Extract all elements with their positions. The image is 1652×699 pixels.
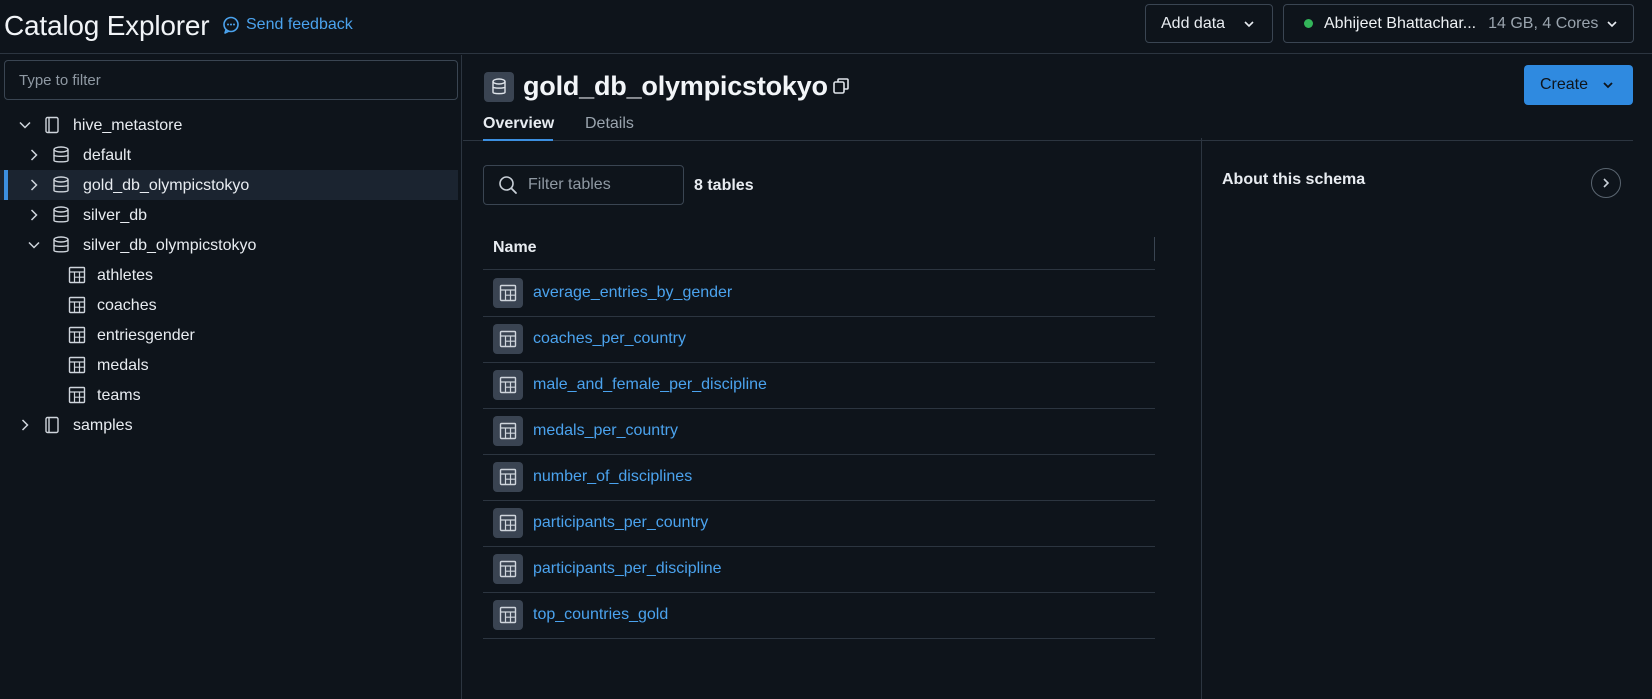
table-icon [493,370,523,400]
table-row: medals_per_country [483,409,1155,455]
tree-item-coaches[interactable]: coaches [0,290,458,320]
table-row: average_entries_by_gender [483,271,1155,317]
table-icon [493,508,523,538]
chevron-right-icon[interactable] [27,148,41,162]
table-icon [493,600,523,630]
table-icon [68,385,86,405]
catalog-icon [43,115,61,135]
tree-item-label: teams [97,387,141,404]
tree-item-medals[interactable]: medals [0,350,458,380]
about-schema-title: About this schema [1222,171,1366,188]
table-link[interactable]: participants_per_discipline [533,560,722,578]
tree-item-samples[interactable]: samples [0,410,458,440]
database-icon [484,72,514,102]
tree-item-hive-metastore[interactable]: hive_metastore [0,110,458,140]
create-button[interactable]: Create [1524,65,1633,105]
table-row: male_and_female_per_discipline [483,363,1155,409]
table-icon [68,355,86,375]
tree-item-silver-db-olympicstokyo[interactable]: silver_db_olympicstokyo [0,230,458,260]
send-feedback-link[interactable]: Send feedback [222,16,353,34]
tree-item-label: athletes [97,267,154,284]
tree-item-gold-db-olympicstokyo[interactable]: gold_db_olympicstokyo [0,170,458,200]
tree-item-label: hive_metastore [73,117,183,134]
sidebar-filter-input[interactable] [4,60,458,100]
tab-overview[interactable]: Overview [483,115,554,141]
schema-main-panel: gold_db_olympicstokyo Create Overview De… [463,55,1652,699]
filter-tables-input[interactable] [528,176,678,194]
cluster-size: 14 GB, 4 Cores [1488,14,1599,32]
database-icon [52,145,70,165]
column-resize-handle[interactable] [1154,237,1155,261]
tree-item-athletes[interactable]: athletes [0,260,458,290]
table-row: participants_per_country [483,501,1155,547]
table-link[interactable]: coaches_per_country [533,330,686,348]
table-icon [493,416,523,446]
tree-item-label: silver_db [83,207,148,224]
schema-title: gold_db_olympicstokyo [523,71,828,101]
about-schema-panel: About this schema [1201,138,1652,699]
add-data-button[interactable]: Add data [1145,4,1273,43]
table-icon [68,325,86,345]
tree-item-label: entriesgender [97,327,195,344]
compute-cluster-selector[interactable]: Abhijeet Bhattachar... 14 GB, 4 Cores [1283,4,1634,43]
table-link[interactable]: number_of_disciplines [533,468,692,486]
tree-item-label: gold_db_olympicstokyo [83,177,250,194]
table-row: coaches_per_country [483,317,1155,363]
table-icon [493,324,523,354]
table-link[interactable]: participants_per_country [533,514,708,532]
tree-item-label: default [83,147,132,164]
database-icon [52,235,70,255]
column-header-name[interactable]: Name [493,239,537,257]
table-icon [493,278,523,308]
page-title: Catalog Explorer [4,10,210,41]
database-icon [52,175,70,195]
table-icon [68,265,86,285]
chevron-right-icon[interactable] [18,418,32,432]
add-data-label: Add data [1161,14,1226,32]
table-icon [493,462,523,492]
chevron-down-icon[interactable] [18,118,32,132]
top-bar: Catalog Explorer Send feedback Add data … [0,0,1652,54]
table-link[interactable]: average_entries_by_gender [533,284,732,302]
chevron-down-icon [1244,21,1254,28]
table-link[interactable]: medals_per_country [533,422,678,440]
tab-details[interactable]: Details [585,115,645,141]
chevron-down-icon [1607,21,1617,28]
chevron-down-icon [1603,82,1613,89]
tree-item-label: samples [73,417,133,434]
send-feedback-label: Send feedback [246,16,353,33]
table-icon [493,554,523,584]
table-header: Name [483,227,1155,270]
chat-bubble-icon [223,16,239,34]
chevron-down-icon[interactable] [27,238,41,252]
expand-about-button[interactable] [1591,168,1621,198]
tree-item-silver-db[interactable]: silver_db [0,200,458,230]
chevron-right-icon[interactable] [27,208,41,222]
table-row: participants_per_discipline [483,547,1155,593]
filter-tables-field[interactable] [483,165,684,205]
database-icon [52,205,70,225]
copy-icon[interactable] [832,77,850,95]
search-icon [499,176,517,194]
table-count: 8 tables [694,177,754,194]
table-icon [68,295,86,315]
create-label: Create [1540,76,1589,93]
table-link[interactable]: top_countries_gold [533,606,668,624]
catalog-icon [43,415,61,435]
table-row: top_countries_gold [483,593,1155,639]
tree-item-entriesgender[interactable]: entriesgender [0,320,458,350]
chevron-right-icon[interactable] [27,178,41,192]
tree-item-teams[interactable]: teams [0,380,458,410]
tree-item-label: silver_db_olympicstokyo [83,237,257,254]
catalog-sidebar: hive_metastoredefault gold_db_olympicstok… [0,55,462,699]
chevron-right-icon [1603,178,1610,188]
tree-item-label: medals [97,357,149,374]
table-row: number_of_disciplines [483,455,1155,501]
cluster-status-dot [1304,19,1313,28]
table-link[interactable]: male_and_female_per_discipline [533,376,767,394]
cluster-name: Abhijeet Bhattachar... [1324,14,1477,32]
tree-item-label: coaches [97,297,157,314]
tree-item-default[interactable]: default [0,140,458,170]
